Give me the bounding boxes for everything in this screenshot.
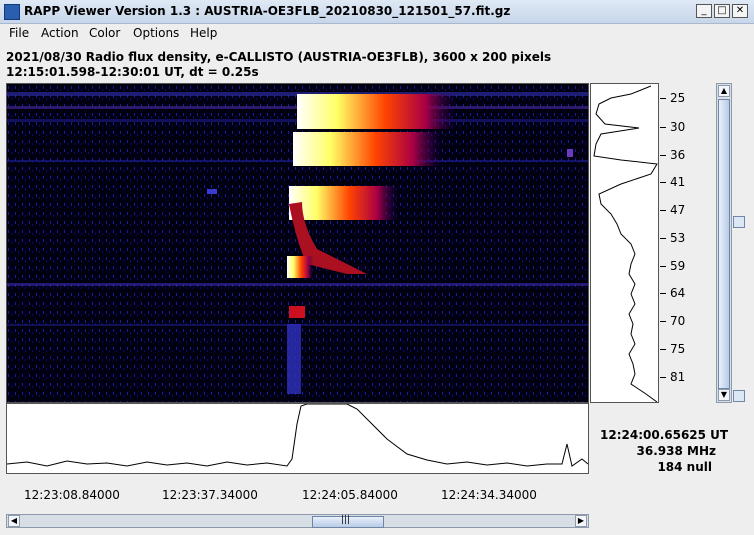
cursor-time-readout: 12:24:00.65625 UT [600, 428, 729, 442]
maximize-button[interactable]: □ [714, 4, 730, 18]
scroll-right-icon[interactable]: ▶ [575, 515, 587, 527]
cursor-frequency-readout: 36.938 MHz [636, 444, 716, 458]
light-curve [6, 403, 589, 467]
time-label: 12:24:05.84000 [302, 488, 398, 502]
freq-label: 59 [670, 259, 686, 273]
minimize-button[interactable]: _ [696, 4, 712, 18]
grip-icon: ||| [341, 515, 351, 525]
scroll-left-icon[interactable]: ◀ [8, 515, 20, 527]
freq-label: 41 [670, 175, 686, 189]
window-title: RAPP Viewer Version 1.3 : AUSTRIA-OE3FLB… [24, 4, 511, 18]
menu-bar: File Action Color Options Help [0, 24, 754, 44]
freq-tick [660, 293, 666, 294]
title-bar: RAPP Viewer Version 1.3 : AUSTRIA-OE3FLB… [0, 0, 754, 24]
freq-label: 30 [670, 120, 686, 134]
close-button[interactable]: ✕ [732, 4, 748, 18]
time-label: 12:24:34.34000 [441, 488, 537, 502]
freq-label: 64 [670, 286, 686, 300]
time-range-info: 12:15:01.598-12:30:01 UT, dt = 0.25s [6, 65, 259, 79]
observation-info: 2021/08/30 Radio flux density, e-CALLIST… [6, 50, 552, 64]
menu-file[interactable]: File [9, 26, 29, 40]
freq-tick [660, 210, 666, 211]
freq-label: 53 [670, 231, 686, 245]
horizontal-scrollbar[interactable]: ◀ ||| ▶ [6, 514, 589, 528]
time-label: 12:23:37.34000 [162, 488, 258, 502]
freq-tick [660, 182, 666, 183]
brightness-slider-knob[interactable] [733, 390, 745, 402]
freq-tick [660, 238, 666, 239]
time-label: 12:23:08.84000 [24, 488, 120, 502]
freq-label: 75 [670, 342, 686, 356]
vertical-scrollbar[interactable]: ▲ ▼ [716, 83, 732, 403]
spectrogram-image [7, 84, 588, 402]
spectrogram-plot[interactable] [6, 83, 589, 403]
scroll-down-icon[interactable]: ▼ [718, 389, 730, 401]
cursor-value-readout: 184 null [657, 460, 712, 474]
freq-tick [660, 266, 666, 267]
scroll-up-icon[interactable]: ▲ [718, 85, 730, 97]
freq-tick [660, 127, 666, 128]
menu-options[interactable]: Options [133, 26, 179, 40]
freq-label: 47 [670, 203, 686, 217]
freq-tick [660, 98, 666, 99]
menu-color[interactable]: Color [89, 26, 120, 40]
freq-label: 25 [670, 91, 686, 105]
menu-action[interactable]: Action [41, 26, 79, 40]
app-icon [4, 4, 20, 20]
freq-label: 36 [670, 148, 686, 162]
contrast-slider-knob[interactable] [733, 216, 745, 228]
profile-curve [593, 85, 658, 403]
freq-tick [660, 321, 666, 322]
frequency-profile [590, 83, 659, 403]
freq-tick [660, 155, 666, 156]
freq-tick [660, 349, 666, 350]
menu-help[interactable]: Help [190, 26, 217, 40]
freq-tick [660, 377, 666, 378]
horizontal-scroll-thumb[interactable]: ||| [312, 515, 384, 528]
light-curve-plot [6, 403, 589, 474]
freq-label: 70 [670, 314, 686, 328]
vertical-scroll-thumb[interactable] [718, 99, 730, 389]
freq-label: 81 [670, 370, 686, 384]
